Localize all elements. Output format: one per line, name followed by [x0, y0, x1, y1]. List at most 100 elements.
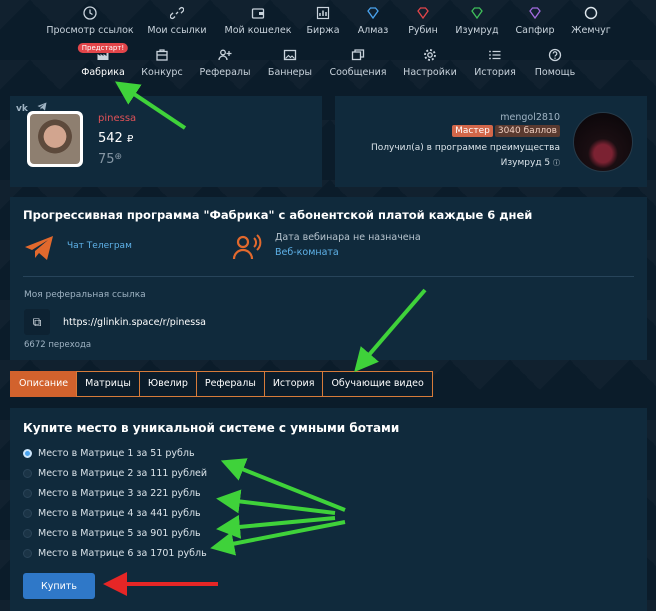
telegram-icon[interactable]	[24, 235, 54, 264]
matrix-option-1[interactable]: Место в Матрице 1 за 51 рубль	[23, 448, 195, 459]
avatar[interactable]	[27, 111, 83, 167]
nav-messages[interactable]: Сообщения	[328, 46, 388, 78]
radio-button[interactable]	[23, 469, 32, 478]
mentor-score-badge: 3040 баллов	[494, 125, 560, 137]
nav-pearl[interactable]: Жемчуг	[570, 4, 612, 36]
mentor-gem-text: Изумруд 5	[500, 158, 551, 168]
nav-label: Мой кошелек	[224, 25, 292, 36]
matrix-option-3[interactable]: Место в Матрице 3 за 221 рубль	[23, 488, 201, 499]
nav-emerald[interactable]: Изумруд	[454, 4, 500, 36]
nav-label: Жемчуг	[571, 25, 611, 36]
tab-jeweler[interactable]: Ювелир	[138, 371, 197, 397]
prestart-badge: Предстарт!	[77, 43, 129, 53]
nav-history[interactable]: История	[472, 46, 518, 78]
mentor-level-line: Мастер 3040 баллов	[452, 125, 560, 137]
nav-label: Конкурс	[141, 67, 183, 78]
nav-label: Сообщения	[329, 67, 387, 78]
option-label: Место в Матрице 2 за 111 рублей	[38, 468, 208, 479]
radio-button[interactable]	[23, 509, 32, 518]
radio-button[interactable]	[23, 529, 32, 538]
chart-icon	[302, 4, 344, 22]
buy-panel: Купите место в уникальной системе с умны…	[10, 408, 647, 611]
mentor-name[interactable]: mengol2810	[500, 112, 560, 123]
radio-button[interactable]	[23, 549, 32, 558]
mentor-card: mengol2810 Мастер 3040 баллов Получил(а) …	[335, 96, 647, 187]
nav-exchange[interactable]: Биржа	[302, 4, 344, 36]
matrix-option-2[interactable]: Место в Матрице 2 за 111 рублей	[23, 468, 207, 479]
nav-sapphire[interactable]: Сапфир	[515, 4, 555, 36]
nav-diamond[interactable]: Алмаз	[351, 4, 395, 36]
link-icon	[143, 4, 211, 22]
telegram-chat-link[interactable]: Чат Телеграм	[67, 241, 132, 251]
currency-symbol: ₽	[126, 134, 134, 145]
option-label: Место в Матрице 1 за 51 рубль	[38, 448, 195, 459]
nav-label: Сапфир	[515, 25, 555, 36]
nav-help[interactable]: Помощь	[532, 46, 578, 78]
tab-history[interactable]: История	[263, 371, 324, 397]
nav-contest[interactable]: Конкурс	[140, 46, 184, 78]
clock-icon	[46, 4, 134, 22]
nav-ruby[interactable]: Рубин	[403, 4, 443, 36]
referral-count: 6672 перехода	[24, 340, 92, 350]
nav-banners[interactable]: Баннеры	[266, 46, 314, 78]
program-title: Прогрессивная программа "Фабрика" с абон…	[23, 208, 533, 222]
mentor-avatar[interactable]	[573, 112, 633, 172]
mentor-gem-level: Изумруд 5 ⓘ	[501, 158, 560, 168]
nav-label: Фабрика	[81, 67, 125, 78]
nav-label: Мои ссылки	[147, 25, 207, 36]
mentor-level-badge: Мастер	[452, 125, 493, 137]
tab-matrices[interactable]: Матрицы	[76, 371, 140, 397]
option-label: Место в Матрице 5 за 901 рубль	[38, 528, 201, 539]
nav-label: Рефералы	[199, 67, 251, 78]
nav-label: Изумруд	[455, 25, 499, 36]
tab-training-video[interactable]: Обучающие видео	[322, 371, 433, 397]
webinar-icon	[231, 233, 263, 264]
webinar-date: Дата вебинара не назначена	[275, 232, 421, 243]
nav-wallet[interactable]: Мой кошелек	[221, 4, 295, 36]
divider	[23, 276, 634, 277]
info-icon: ⓘ	[553, 159, 560, 167]
nav-label: Рубин	[408, 25, 438, 36]
nav-label: Алмаз	[357, 25, 389, 36]
user-plus-icon	[198, 46, 252, 64]
program-tabs: Описание Матрицы Ювелир Рефералы История…	[10, 371, 433, 397]
nav-settings[interactable]: Настройки	[402, 46, 458, 78]
messages-icon	[328, 46, 388, 64]
nav-factory[interactable]: Предстарт! Фабрика	[77, 43, 129, 78]
referral-link-label: Моя реферальная ссылка	[24, 290, 146, 300]
username[interactable]: pinessa	[98, 113, 136, 124]
gear-icon	[402, 46, 458, 64]
nav-label: История	[474, 67, 516, 78]
sapphire-icon	[515, 4, 555, 22]
tab-referrals[interactable]: Рефералы	[195, 371, 265, 397]
image-icon	[266, 46, 314, 64]
option-label: Место в Матрице 4 за 441 рубль	[38, 508, 201, 519]
webinar-room-link[interactable]: Веб-комната	[275, 247, 339, 258]
matrix-option-6[interactable]: Место в Матрице 6 за 1701 рубль	[23, 548, 207, 559]
radio-button[interactable]	[23, 449, 32, 458]
points-icon: ⊕	[114, 152, 123, 162]
nav-label: Просмотр ссылок	[46, 25, 134, 36]
diamond-icon	[351, 4, 395, 22]
nav-my-links[interactable]: Мои ссылки	[143, 4, 211, 36]
vk-icon[interactable]: vk	[16, 104, 28, 114]
matrix-option-5[interactable]: Место в Матрице 5 за 901 рубль	[23, 528, 201, 539]
nav-referrals[interactable]: Рефералы	[198, 46, 252, 78]
option-label: Место в Матрице 6 за 1701 рубль	[38, 548, 207, 559]
ruby-icon	[403, 4, 443, 22]
nav-view-links[interactable]: Просмотр ссылок	[46, 4, 134, 36]
nav-label: Биржа	[306, 25, 340, 36]
nav-label: Помощь	[534, 67, 576, 78]
copy-button[interactable]: ⧉	[24, 309, 50, 335]
tab-description[interactable]: Описание	[10, 371, 78, 397]
help-icon	[532, 46, 578, 64]
emerald-icon	[454, 4, 500, 22]
contest-icon	[140, 46, 184, 64]
nav-label: Настройки	[403, 67, 457, 78]
list-icon	[472, 46, 518, 64]
referral-link[interactable]: https://glinkin.space/r/pinessa	[63, 317, 206, 328]
radio-button[interactable]	[23, 489, 32, 498]
buy-title: Купите место в уникальной системе с умны…	[23, 421, 400, 435]
matrix-option-4[interactable]: Место в Матрице 4 за 441 рубль	[23, 508, 201, 519]
buy-button[interactable]: Купить	[23, 573, 95, 599]
